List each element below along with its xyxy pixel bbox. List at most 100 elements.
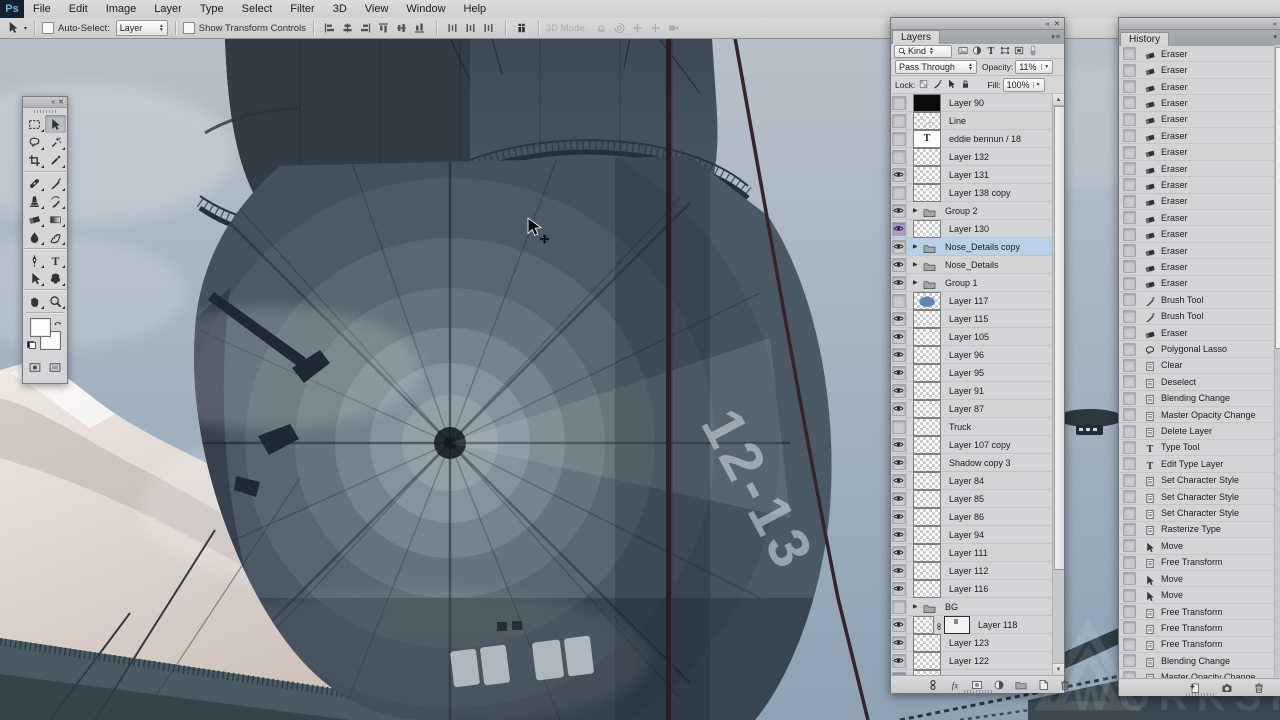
history-source-toggle[interactable] bbox=[1123, 490, 1136, 503]
visibility-toggle[interactable] bbox=[891, 220, 907, 237]
tool-rectangular-marquee[interactable] bbox=[24, 115, 45, 133]
history-step[interactable]: Set Character Style bbox=[1119, 489, 1280, 505]
layer-row[interactable]: ▶Nose_Details copy bbox=[891, 238, 1064, 256]
layer-thumbnail[interactable] bbox=[913, 148, 941, 166]
layer-row[interactable]: Layer 95 bbox=[891, 364, 1064, 382]
layer-thumbnail[interactable] bbox=[913, 310, 941, 328]
default-colors-icon[interactable] bbox=[27, 341, 36, 349]
new-layer-icon[interactable] bbox=[1036, 678, 1052, 691]
swap-colors-icon[interactable] bbox=[53, 317, 63, 327]
history-source-toggle[interactable] bbox=[1123, 474, 1136, 487]
tab-layers[interactable]: Layers bbox=[892, 30, 940, 44]
layer-row[interactable]: ▶Group 1 bbox=[891, 274, 1064, 292]
delete-layer-icon[interactable] bbox=[1058, 678, 1074, 691]
history-source-toggle[interactable] bbox=[1123, 211, 1136, 224]
layer-row[interactable]: Layer 96 bbox=[891, 346, 1064, 364]
panel-menu-icon[interactable]: ▾≡ bbox=[1051, 33, 1061, 41]
layer-row[interactable]: Layer 90 bbox=[891, 94, 1064, 112]
history-source-toggle[interactable] bbox=[1123, 671, 1136, 678]
visibility-toggle[interactable] bbox=[891, 490, 907, 507]
history-step[interactable]: Delete Layer bbox=[1119, 423, 1280, 439]
tool-custom-shape[interactable] bbox=[45, 269, 66, 287]
history-source-toggle[interactable] bbox=[1123, 146, 1136, 159]
tool-crop[interactable] bbox=[24, 151, 45, 169]
visibility-toggle[interactable] bbox=[891, 94, 907, 111]
history-step[interactable]: Eraser bbox=[1119, 79, 1280, 95]
canvas[interactable]: 12-13 WORKSHOP bbox=[0, 38, 1280, 720]
visibility-toggle[interactable] bbox=[891, 310, 907, 327]
history-source-toggle[interactable] bbox=[1123, 293, 1136, 306]
visibility-toggle[interactable] bbox=[891, 526, 907, 543]
menu-window[interactable]: Window bbox=[397, 0, 454, 18]
tool-blur[interactable] bbox=[24, 228, 45, 246]
history-step[interactable]: Type Tool bbox=[1119, 440, 1280, 456]
history-step[interactable]: Eraser bbox=[1119, 226, 1280, 242]
history-step[interactable]: Eraser bbox=[1119, 112, 1280, 128]
layer-thumbnail[interactable] bbox=[913, 364, 941, 382]
visibility-toggle[interactable] bbox=[891, 562, 907, 579]
history-source-toggle[interactable] bbox=[1123, 310, 1136, 323]
fill-value[interactable]: 100%▼ bbox=[1003, 78, 1045, 92]
layer-row[interactable]: Layer 84 bbox=[891, 472, 1064, 490]
layer-row[interactable]: Layer 131 bbox=[891, 166, 1064, 184]
new-snapshot-icon[interactable] bbox=[1220, 681, 1236, 694]
layer-thumbnail[interactable] bbox=[913, 382, 941, 400]
filter-pixel-layers-icon[interactable] bbox=[957, 45, 970, 57]
collapse-icons-icon[interactable]: « bbox=[1046, 19, 1050, 28]
layer-thumbnail[interactable] bbox=[913, 580, 941, 598]
history-step[interactable]: Eraser bbox=[1119, 62, 1280, 78]
visibility-toggle[interactable] bbox=[891, 616, 907, 633]
quick-mask-button[interactable] bbox=[28, 361, 42, 379]
visibility-toggle[interactable] bbox=[891, 256, 907, 273]
align-1-a-ch-icon[interactable] bbox=[341, 22, 355, 35]
history-source-toggle[interactable] bbox=[1123, 64, 1136, 77]
tool-move[interactable] bbox=[45, 115, 66, 133]
history-step[interactable]: Eraser bbox=[1119, 259, 1280, 275]
expand-arrow-icon[interactable]: ▶ bbox=[913, 207, 922, 214]
tool-magic-wand[interactable] bbox=[45, 133, 66, 151]
history-source-toggle[interactable] bbox=[1123, 605, 1136, 618]
layer-thumbnail[interactable] bbox=[913, 418, 941, 436]
new-group-icon[interactable] bbox=[1014, 678, 1030, 691]
layer-row[interactable]: Layer 86 bbox=[891, 508, 1064, 526]
auto-select-checkbox[interactable] bbox=[42, 22, 54, 34]
layer-row[interactable]: ▶Nose_Details bbox=[891, 256, 1064, 274]
scroll-up-icon[interactable]: ▲ bbox=[1053, 94, 1064, 106]
distribute-2-o-dist-icon[interactable] bbox=[482, 22, 496, 35]
visibility-toggle[interactable] bbox=[891, 130, 907, 147]
tool-hand[interactable] bbox=[24, 292, 45, 310]
history-source-toggle[interactable] bbox=[1123, 375, 1136, 388]
history-step[interactable]: Blending Change bbox=[1119, 653, 1280, 669]
history-step[interactable]: Eraser bbox=[1119, 46, 1280, 62]
layer-thumbnail[interactable] bbox=[913, 472, 941, 490]
distribute-0-o-dist-icon[interactable] bbox=[446, 22, 460, 35]
visibility-toggle[interactable] bbox=[891, 184, 907, 201]
menu-view[interactable]: View bbox=[356, 0, 398, 18]
layer-thumbnail[interactable] bbox=[913, 526, 941, 544]
history-step[interactable]: Edit Type Layer bbox=[1119, 456, 1280, 472]
tool-lasso[interactable] bbox=[24, 133, 45, 151]
layer-thumbnail[interactable] bbox=[913, 634, 941, 652]
lock-pixels-icon[interactable] bbox=[932, 79, 944, 90]
filter-type-layers-icon[interactable] bbox=[985, 45, 998, 57]
layer-thumbnail[interactable] bbox=[913, 166, 941, 184]
opacity-value[interactable]: 11%▼ bbox=[1015, 60, 1053, 74]
history-source-toggle[interactable] bbox=[1123, 277, 1136, 290]
layer-row[interactable]: Layer 94 bbox=[891, 526, 1064, 544]
history-step[interactable]: Eraser bbox=[1119, 144, 1280, 160]
menu-filter[interactable]: Filter bbox=[281, 0, 323, 18]
history-step[interactable]: Eraser bbox=[1119, 243, 1280, 259]
layer-row[interactable]: Layer 91 bbox=[891, 382, 1064, 400]
history-source-toggle[interactable] bbox=[1123, 556, 1136, 569]
layer-row[interactable]: Layer 111 bbox=[891, 544, 1064, 562]
visibility-toggle[interactable] bbox=[891, 598, 907, 615]
scroll-down-icon[interactable]: ▼ bbox=[1053, 663, 1064, 675]
history-step[interactable]: Clear bbox=[1119, 358, 1280, 374]
layer-thumbnail[interactable] bbox=[913, 184, 941, 202]
history-source-toggle[interactable] bbox=[1123, 441, 1136, 454]
screen-mode-button[interactable] bbox=[48, 361, 62, 379]
tool-smudge[interactable] bbox=[45, 228, 66, 246]
layer-row[interactable]: Teddie bennun / 18 bbox=[891, 130, 1064, 148]
scrollbar-thumb[interactable] bbox=[1054, 106, 1064, 570]
history-step[interactable]: Eraser bbox=[1119, 177, 1280, 193]
